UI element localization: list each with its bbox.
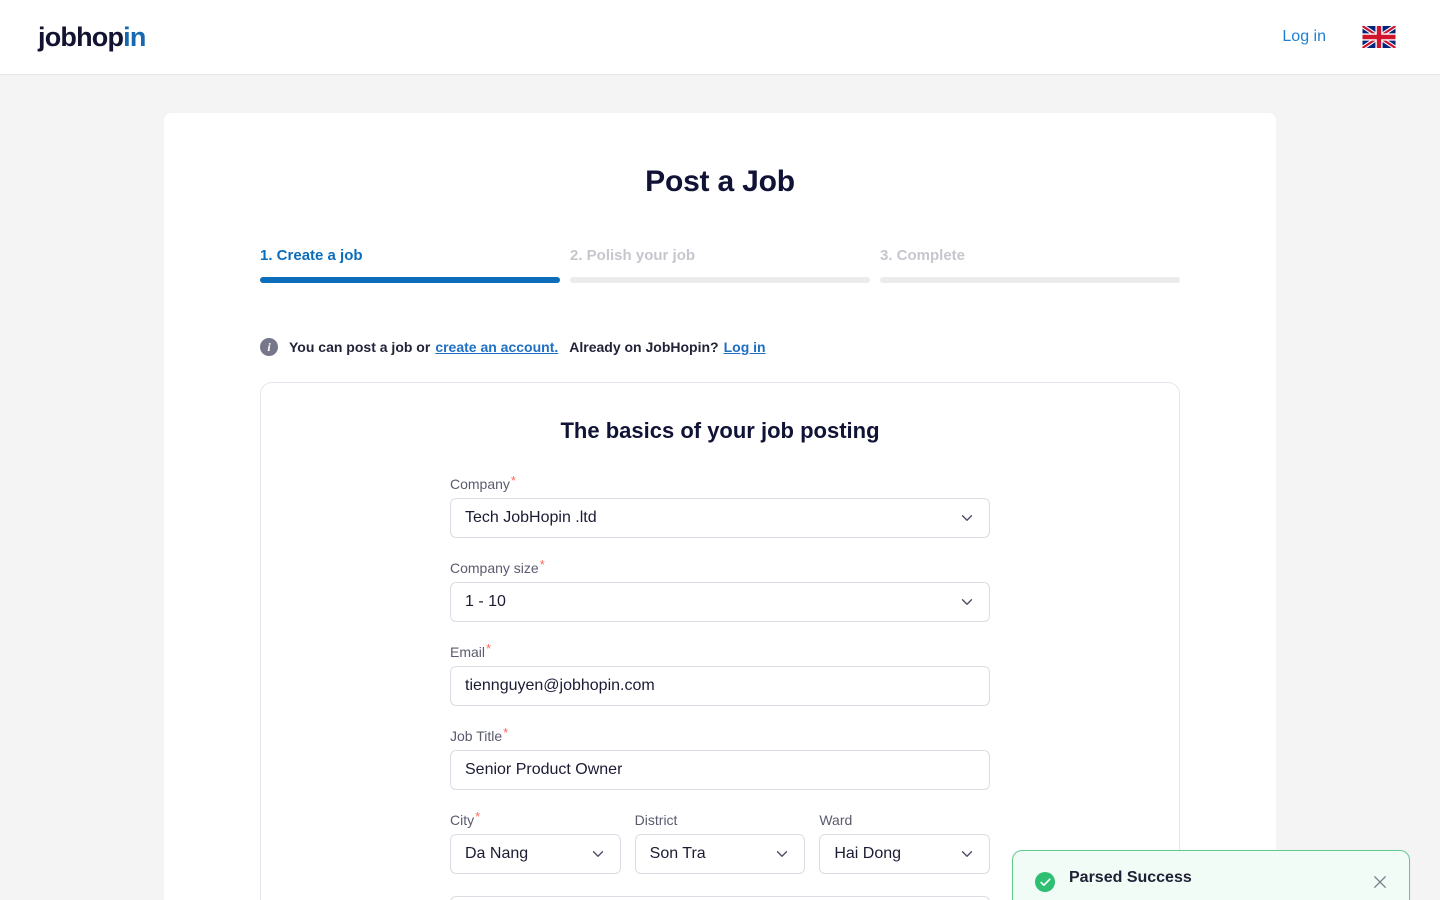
district-value: Son Tra	[649, 845, 706, 862]
ward-label-text: Ward	[819, 812, 853, 828]
address-input[interactable]: 80/59 Le Huu Trac	[450, 896, 990, 900]
required-asterisk: *	[486, 641, 492, 656]
page-body: Post a Job 1. Create a job 2. Polish you…	[0, 75, 1440, 900]
district-select[interactable]: Son Tra	[634, 834, 806, 874]
toast-body: Parsed Success The job posting data has …	[1069, 869, 1359, 900]
uk-flag-svg	[1362, 26, 1396, 48]
company-size-value: 1 - 10	[465, 593, 506, 610]
location-row: City* Da Nang District Son Tra Ward Hai …	[450, 809, 991, 896]
email-label-text: Email	[450, 644, 486, 660]
email-label: Email*	[450, 641, 492, 660]
parsed-success-toast: Parsed Success The job posting data has …	[1012, 850, 1410, 900]
chevron-down-icon	[589, 845, 607, 863]
required-asterisk: *	[539, 557, 545, 572]
step-polish-your-job[interactable]: 2. Polish your job	[570, 247, 870, 283]
company-label: Company*	[450, 473, 516, 492]
city-label: City*	[450, 809, 481, 828]
header-actions: Log in	[1282, 26, 1396, 48]
toast-title: Parsed Success	[1069, 869, 1192, 886]
step-bar	[880, 277, 1180, 283]
job-title-value: Senior Product Owner	[465, 761, 623, 778]
close-icon[interactable]	[1371, 873, 1389, 891]
ward-label: Ward	[819, 812, 852, 828]
form-heading: The basics of your job posting	[560, 418, 880, 443]
step-create-a-job[interactable]: 1. Create a job	[260, 247, 560, 283]
ward-value: Hai Dong	[834, 845, 902, 862]
info-icon: i	[260, 338, 278, 356]
page-title: Post a Job	[645, 165, 795, 198]
ward-select[interactable]: Hai Dong	[819, 834, 991, 874]
app-header: jobhop in Log in	[0, 0, 1440, 75]
district-label: District	[635, 812, 678, 828]
post-job-card: Post a Job 1. Create a job 2. Polish you…	[164, 113, 1276, 900]
step-label: 3. Complete	[880, 247, 966, 264]
district-label-text: District	[634, 812, 678, 828]
check-circle-icon	[1035, 872, 1055, 892]
city-value: Da Nang	[465, 845, 529, 862]
field-address: 80/59 Le Huu Trac	[450, 896, 990, 900]
company-value: Tech JobHopin .ltd	[465, 509, 597, 526]
account-notice: i You can post a job or create an accoun…	[260, 338, 1276, 356]
company-size-label: Company size*	[450, 557, 545, 576]
create-account-link[interactable]: create an account.	[435, 339, 558, 355]
logo-text-blue: in	[123, 21, 146, 52]
notice-text-before: You can post a job or	[289, 339, 431, 355]
company-label-text: Company	[450, 476, 510, 492]
field-ward: Ward Hai Dong	[819, 812, 991, 874]
email-value: tiennguyen@jobhopin.com	[465, 677, 655, 694]
field-company-size: Company size* 1 - 10	[450, 557, 990, 622]
required-asterisk: *	[503, 725, 509, 740]
jobhopin-logo[interactable]: jobhop in	[38, 22, 146, 53]
city-label-text: City	[450, 812, 475, 828]
notice-text-middle: Already on JobHopin?	[569, 339, 719, 355]
required-asterisk: *	[475, 809, 481, 824]
notice-login-link[interactable]: Log in	[724, 339, 766, 355]
progress-stepper: 1. Create a job 2. Polish your job 3. Co…	[260, 247, 1180, 283]
job-title-input[interactable]: Senior Product Owner	[450, 750, 990, 790]
field-company: Company* Tech JobHopin .ltd	[450, 473, 990, 538]
job-title-label: Job Title*	[450, 725, 509, 744]
email-input[interactable]: tiennguyen@jobhopin.com	[450, 666, 990, 706]
field-email: Email* tiennguyen@jobhopin.com	[450, 641, 990, 706]
job-title-label-text: Job Title	[450, 728, 503, 744]
chevron-down-icon	[958, 593, 976, 611]
step-label: 2. Polish your job	[570, 247, 696, 264]
field-district: District Son Tra	[634, 812, 806, 874]
job-basics-panel: The basics of your job posting Company* …	[260, 382, 1180, 900]
step-complete[interactable]: 3. Complete	[880, 247, 1180, 283]
uk-flag-icon[interactable]	[1362, 26, 1396, 48]
company-size-label-text: Company size	[450, 560, 539, 576]
city-select[interactable]: Da Nang	[450, 834, 621, 874]
step-bar	[570, 277, 870, 283]
chevron-down-icon	[958, 845, 976, 863]
step-bar	[260, 277, 560, 283]
toast-message: The job posting data has been parsed suc…	[1069, 896, 1321, 900]
step-label: 1. Create a job	[260, 247, 363, 264]
form-body: Company* Tech JobHopin .ltd Company size…	[450, 473, 991, 900]
chevron-down-icon	[773, 845, 791, 863]
field-job-title: Job Title* Senior Product Owner	[450, 725, 990, 790]
header-login-link[interactable]: Log in	[1282, 28, 1326, 46]
field-city: City* Da Nang	[450, 809, 621, 874]
chevron-down-icon	[958, 509, 976, 527]
company-select[interactable]: Tech JobHopin .ltd	[450, 498, 990, 538]
logo-text-dark: jobhop	[38, 21, 124, 52]
required-asterisk: *	[510, 473, 516, 488]
company-size-select[interactable]: 1 - 10	[450, 582, 990, 622]
